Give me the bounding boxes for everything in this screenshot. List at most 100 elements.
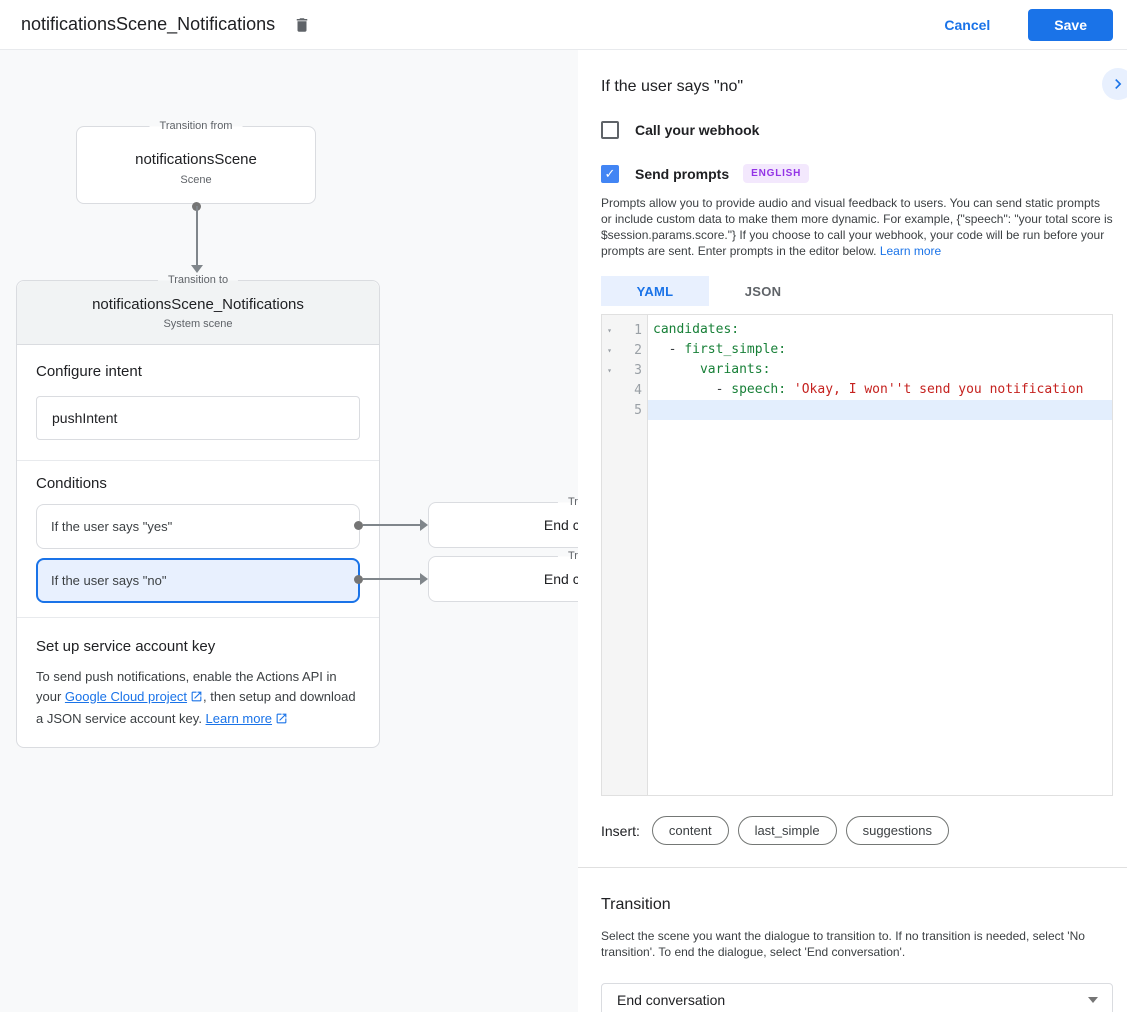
- end-conversation-box-no[interactable]: Transition to End conversation: [428, 556, 578, 602]
- gutter-row: 4: [602, 380, 647, 400]
- end-box-title: End conversation: [544, 517, 578, 533]
- insert-chip-suggestions[interactable]: suggestions: [846, 816, 949, 845]
- editor-code-area[interactable]: candidates: - first_simple: variants: - …: [648, 315, 1112, 795]
- from-scene-subtitle: Scene: [77, 174, 315, 186]
- insert-chip-last-simple[interactable]: last_simple: [738, 816, 837, 845]
- code-line[interactable]: variants:: [648, 360, 1112, 380]
- code-line[interactable]: - first_simple:: [648, 340, 1112, 360]
- code-segment-key: speech:: [731, 382, 794, 397]
- end-conversation-box-yes[interactable]: Transition to End conversation: [428, 502, 578, 548]
- transition-from-legend: Transition from: [150, 119, 243, 134]
- condition-editor-panel: If the user says "no" ✓ Call your webhoo…: [578, 50, 1127, 1012]
- send-prompts-label: Send prompts: [635, 166, 729, 182]
- call-webhook-checkbox[interactable]: ✓: [601, 121, 619, 139]
- external-link-icon: [275, 711, 288, 731]
- fold-caret-icon[interactable]: ▾: [602, 366, 617, 375]
- transition-description: Select the scene you want the dialogue t…: [601, 928, 1113, 960]
- code-line[interactable]: candidates:: [648, 320, 1112, 340]
- prompts-description: Prompts allow you to provide audio and v…: [601, 195, 1113, 259]
- external-link-icon: [190, 689, 203, 709]
- tab-json[interactable]: JSON: [709, 276, 817, 306]
- from-scene-title: notificationsScene: [77, 151, 315, 168]
- section-divider: [578, 867, 1127, 868]
- transition-to-legend: Transition to: [558, 549, 578, 564]
- learn-more-link[interactable]: Learn more: [206, 711, 272, 726]
- save-button[interactable]: Save: [1028, 9, 1113, 41]
- delete-scene-button[interactable]: [293, 16, 311, 34]
- to-scene-subtitle: System scene: [17, 318, 379, 330]
- panel-title: If the user says "no": [601, 50, 1113, 96]
- chevron-right-icon: [1108, 74, 1127, 94]
- code-segment-plain: -: [653, 382, 731, 397]
- editor-gutter: ▾1▾2▾345: [602, 315, 648, 795]
- line-number: 3: [617, 363, 647, 378]
- gutter-row: ▾3: [602, 360, 647, 380]
- gutter-row: ▾2: [602, 340, 647, 360]
- code-segment-key: variants:: [700, 362, 770, 377]
- line-number: 2: [617, 343, 647, 358]
- trash-icon: [293, 16, 311, 34]
- transition-title: Transition: [601, 896, 1113, 914]
- send-prompts-row: ✓ Send prompts ENGLISH: [601, 164, 1113, 183]
- code-segment-key: candidates:: [653, 322, 739, 337]
- caret-down-icon: [1088, 997, 1098, 1003]
- call-webhook-label: Call your webhook: [635, 122, 759, 138]
- scene-flow-canvas: Transition from notificationsScene Scene…: [0, 50, 578, 1012]
- code-line[interactable]: [648, 400, 1112, 420]
- transition-select-value: End conversation: [617, 992, 725, 1008]
- fold-caret-icon[interactable]: ▾: [602, 346, 617, 355]
- insert-chip-content[interactable]: content: [652, 816, 729, 845]
- webhook-row: ✓ Call your webhook: [601, 121, 1113, 139]
- code-line[interactable]: - speech: 'Okay, I won''t send you notif…: [648, 380, 1112, 400]
- arrow-down-icon: [191, 265, 203, 273]
- transition-to-scene-box: Transition to notificationsScene_Notific…: [16, 280, 380, 748]
- service-account-key-section: Set up service account key To send push …: [17, 618, 379, 747]
- code-segment-plain: [653, 362, 700, 377]
- connector-dot: [354, 521, 363, 530]
- connector-line: [363, 524, 420, 526]
- transition-to-legend: Transition to: [158, 273, 238, 288]
- transition-select[interactable]: End conversation: [601, 983, 1113, 1012]
- top-bar: notificationsScene_Notifications Cancel …: [0, 0, 1127, 50]
- collapse-panel-button[interactable]: [1102, 68, 1127, 100]
- service-key-title: Set up service account key: [36, 638, 360, 655]
- configure-intent-section: Configure intent pushIntent: [17, 345, 379, 461]
- to-scene-header: notificationsScene_Notifications System …: [17, 281, 379, 345]
- transition-to-legend: Transition to: [558, 495, 578, 510]
- condition-item-yes[interactable]: If the user says "yes": [36, 504, 360, 549]
- insert-label: Insert:: [601, 823, 640, 839]
- prompts-description-text: Prompts allow you to provide audio and v…: [601, 196, 1113, 258]
- code-segment-string: 'Okay, I won''t send you notification: [794, 382, 1084, 397]
- line-number: 4: [617, 383, 647, 398]
- connector-line: [196, 206, 198, 265]
- code-segment-key: first_simple:: [684, 342, 786, 357]
- code-editor[interactable]: ▾1▾2▾345 candidates: - first_simple: var…: [601, 314, 1113, 796]
- connector-dot: [354, 575, 363, 584]
- service-key-text: To send push notifications, enable the A…: [36, 667, 360, 731]
- google-cloud-project-link[interactable]: Google Cloud project: [65, 689, 187, 704]
- gutter-row: 5: [602, 400, 647, 420]
- learn-more-link[interactable]: Learn more: [880, 244, 941, 258]
- conditions-section: Conditions If the user says "yes" If the…: [17, 461, 379, 618]
- page-title: notificationsScene_Notifications: [21, 14, 275, 35]
- arrow-right-icon: [420, 573, 428, 585]
- insert-row: Insert: content last_simple suggestions: [601, 816, 1113, 845]
- intent-field[interactable]: pushIntent: [36, 396, 360, 440]
- condition-item-no[interactable]: If the user says "no": [36, 558, 360, 603]
- to-scene-title: notificationsScene_Notifications: [17, 296, 379, 313]
- transition-from-scene-box[interactable]: Transition from notificationsScene Scene: [76, 126, 316, 204]
- end-box-title: End conversation: [544, 571, 578, 587]
- line-number: 1: [617, 323, 647, 338]
- fold-caret-icon[interactable]: ▾: [602, 326, 617, 335]
- editor-format-tabs: YAML JSON: [601, 276, 1113, 306]
- configure-intent-label: Configure intent: [36, 363, 360, 380]
- language-badge: ENGLISH: [743, 164, 809, 183]
- tab-yaml[interactable]: YAML: [601, 276, 709, 306]
- send-prompts-checkbox[interactable]: ✓: [601, 165, 619, 183]
- gutter-row: ▾1: [602, 320, 647, 340]
- cancel-button[interactable]: Cancel: [944, 17, 990, 33]
- line-number: 5: [617, 403, 647, 418]
- arrow-right-icon: [420, 519, 428, 531]
- conditions-label: Conditions: [36, 475, 360, 492]
- connector-line: [363, 578, 420, 580]
